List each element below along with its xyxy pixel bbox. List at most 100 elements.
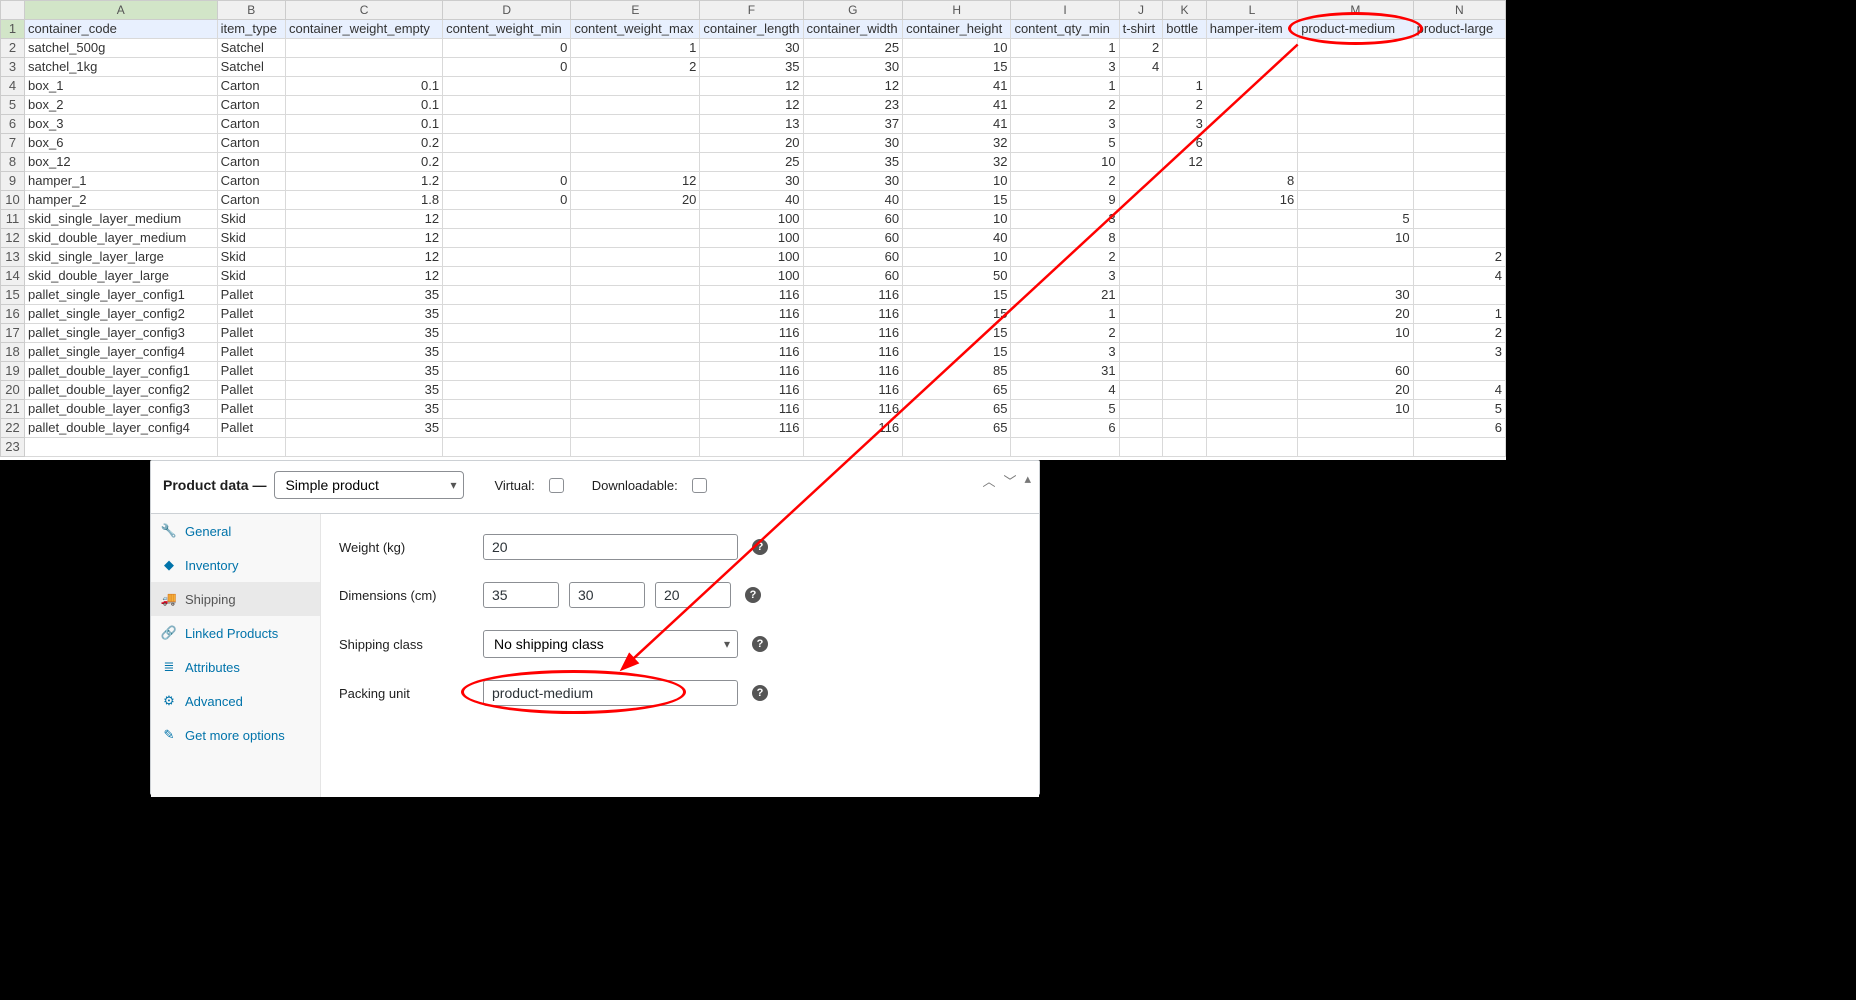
cell[interactable]: 30: [700, 39, 803, 58]
cell[interactable]: [571, 229, 700, 248]
cell[interactable]: 12: [285, 248, 442, 267]
cell[interactable]: 35: [700, 58, 803, 77]
cell[interactable]: [1298, 191, 1413, 210]
row-header[interactable]: 10: [1, 191, 25, 210]
cell[interactable]: [1206, 324, 1297, 343]
cell[interactable]: container_code: [25, 20, 218, 39]
cell[interactable]: [1119, 324, 1163, 343]
cell[interactable]: 5: [1011, 134, 1119, 153]
cell[interactable]: box_12: [25, 153, 218, 172]
cell[interactable]: 0: [443, 39, 571, 58]
cell[interactable]: 16: [1206, 191, 1297, 210]
cell[interactable]: 3: [1011, 267, 1119, 286]
cell[interactable]: [903, 438, 1011, 457]
cell[interactable]: 65: [903, 419, 1011, 438]
cell[interactable]: 116: [700, 400, 803, 419]
cell[interactable]: [217, 438, 285, 457]
cell[interactable]: [1413, 115, 1505, 134]
cell[interactable]: [1163, 400, 1207, 419]
row-header[interactable]: 4: [1, 77, 25, 96]
cell[interactable]: [1413, 362, 1505, 381]
cell[interactable]: 15: [903, 58, 1011, 77]
cell[interactable]: [1206, 305, 1297, 324]
cell[interactable]: 6: [1163, 134, 1207, 153]
cell[interactable]: 12: [1163, 153, 1207, 172]
cell[interactable]: [1163, 305, 1207, 324]
cell[interactable]: 35: [285, 305, 442, 324]
cell[interactable]: 35: [285, 419, 442, 438]
sheet-corner[interactable]: [1, 1, 25, 20]
cell[interactable]: [25, 438, 218, 457]
cell[interactable]: [443, 419, 571, 438]
cell[interactable]: 0.1: [285, 96, 442, 115]
cell[interactable]: 60: [1298, 362, 1413, 381]
column-header-N[interactable]: N: [1413, 1, 1505, 20]
cell[interactable]: [1163, 286, 1207, 305]
cell[interactable]: satchel_500g: [25, 39, 218, 58]
cell[interactable]: [1413, 58, 1505, 77]
cell[interactable]: 60: [803, 248, 903, 267]
cell[interactable]: 41: [903, 115, 1011, 134]
cell[interactable]: 4: [1413, 267, 1505, 286]
cell[interactable]: Skid: [217, 210, 285, 229]
cell[interactable]: Carton: [217, 134, 285, 153]
cell[interactable]: 60: [803, 210, 903, 229]
dim-width-input[interactable]: [569, 582, 645, 608]
cell[interactable]: pallet_double_layer_config2: [25, 381, 218, 400]
row-header[interactable]: 21: [1, 400, 25, 419]
cell[interactable]: [1011, 438, 1119, 457]
cell[interactable]: 2: [1011, 248, 1119, 267]
cell[interactable]: [1298, 172, 1413, 191]
cell[interactable]: 30: [1298, 286, 1413, 305]
cell[interactable]: 20: [1298, 381, 1413, 400]
cell[interactable]: 10: [903, 172, 1011, 191]
help-icon[interactable]: ?: [752, 685, 768, 701]
cell[interactable]: 20: [1298, 305, 1413, 324]
cell[interactable]: [443, 400, 571, 419]
cell[interactable]: 40: [700, 191, 803, 210]
cell[interactable]: 35: [285, 343, 442, 362]
cell[interactable]: [571, 267, 700, 286]
cell[interactable]: [571, 286, 700, 305]
cell[interactable]: [285, 438, 442, 457]
cell[interactable]: 0.1: [285, 77, 442, 96]
cell[interactable]: product-large: [1413, 20, 1505, 39]
column-header-G[interactable]: G: [803, 1, 903, 20]
cell[interactable]: 25: [803, 39, 903, 58]
cell[interactable]: [1298, 248, 1413, 267]
row-header[interactable]: 9: [1, 172, 25, 191]
cell[interactable]: 21: [1011, 286, 1119, 305]
cell[interactable]: 10: [903, 39, 1011, 58]
cell[interactable]: 1.2: [285, 172, 442, 191]
cell[interactable]: [1413, 438, 1505, 457]
help-icon[interactable]: ?: [745, 587, 761, 603]
cell[interactable]: Carton: [217, 191, 285, 210]
cell[interactable]: [1163, 248, 1207, 267]
row-header[interactable]: 23: [1, 438, 25, 457]
cell[interactable]: 10: [903, 210, 1011, 229]
cell[interactable]: [1298, 115, 1413, 134]
sidebar-item-linked[interactable]: 🔗Linked Products: [151, 616, 320, 650]
cell[interactable]: box_6: [25, 134, 218, 153]
cell[interactable]: pallet_double_layer_config4: [25, 419, 218, 438]
cell[interactable]: [443, 115, 571, 134]
cell[interactable]: skid_single_layer_medium: [25, 210, 218, 229]
cell[interactable]: 15: [903, 286, 1011, 305]
cell[interactable]: [1163, 324, 1207, 343]
column-header-M[interactable]: M: [1298, 1, 1413, 20]
cell[interactable]: [1206, 58, 1297, 77]
cell[interactable]: [1163, 267, 1207, 286]
cell[interactable]: [1206, 419, 1297, 438]
cell[interactable]: 85: [903, 362, 1011, 381]
virtual-checkbox[interactable]: [549, 478, 564, 493]
cell[interactable]: 116: [803, 324, 903, 343]
cell[interactable]: [571, 77, 700, 96]
cell[interactable]: [571, 134, 700, 153]
cell[interactable]: 2: [1413, 248, 1505, 267]
cell[interactable]: [1298, 58, 1413, 77]
cell[interactable]: 9: [1011, 191, 1119, 210]
cell[interactable]: pallet_double_layer_config1: [25, 362, 218, 381]
row-header[interactable]: 19: [1, 362, 25, 381]
cell[interactable]: Skid: [217, 248, 285, 267]
cell[interactable]: 6: [1011, 419, 1119, 438]
